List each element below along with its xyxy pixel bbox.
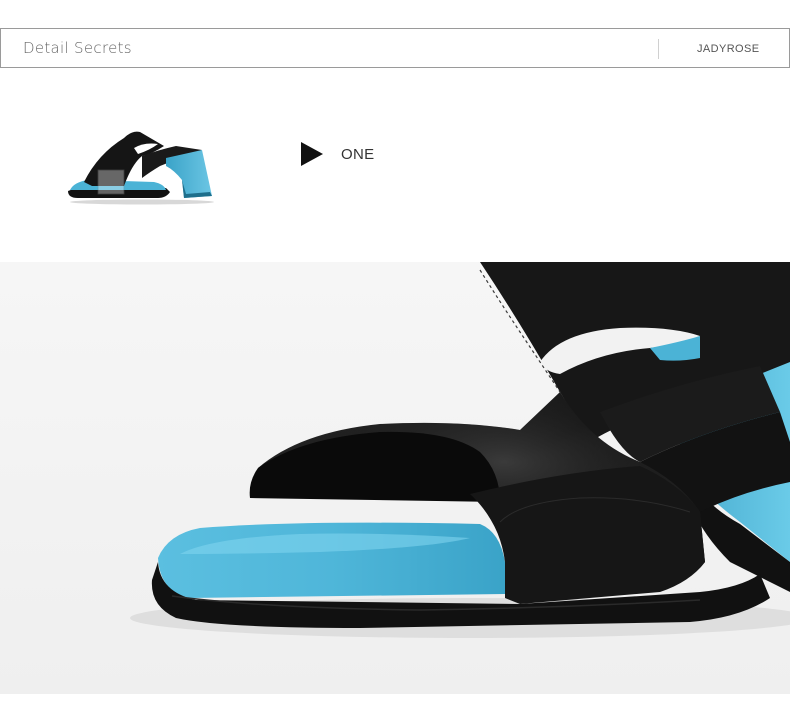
header-divider	[658, 39, 659, 59]
section-header: Detail Secrets JADYROSE	[0, 28, 790, 68]
detail-label: ONE	[341, 146, 375, 163]
sandal-closeup-photo	[0, 262, 790, 694]
play-arrow-icon	[301, 142, 323, 166]
section-title: Detail Secrets	[23, 39, 132, 57]
brand-name: JADYROSE	[697, 43, 760, 55]
sandal-thumbnail-icon	[68, 131, 214, 205]
